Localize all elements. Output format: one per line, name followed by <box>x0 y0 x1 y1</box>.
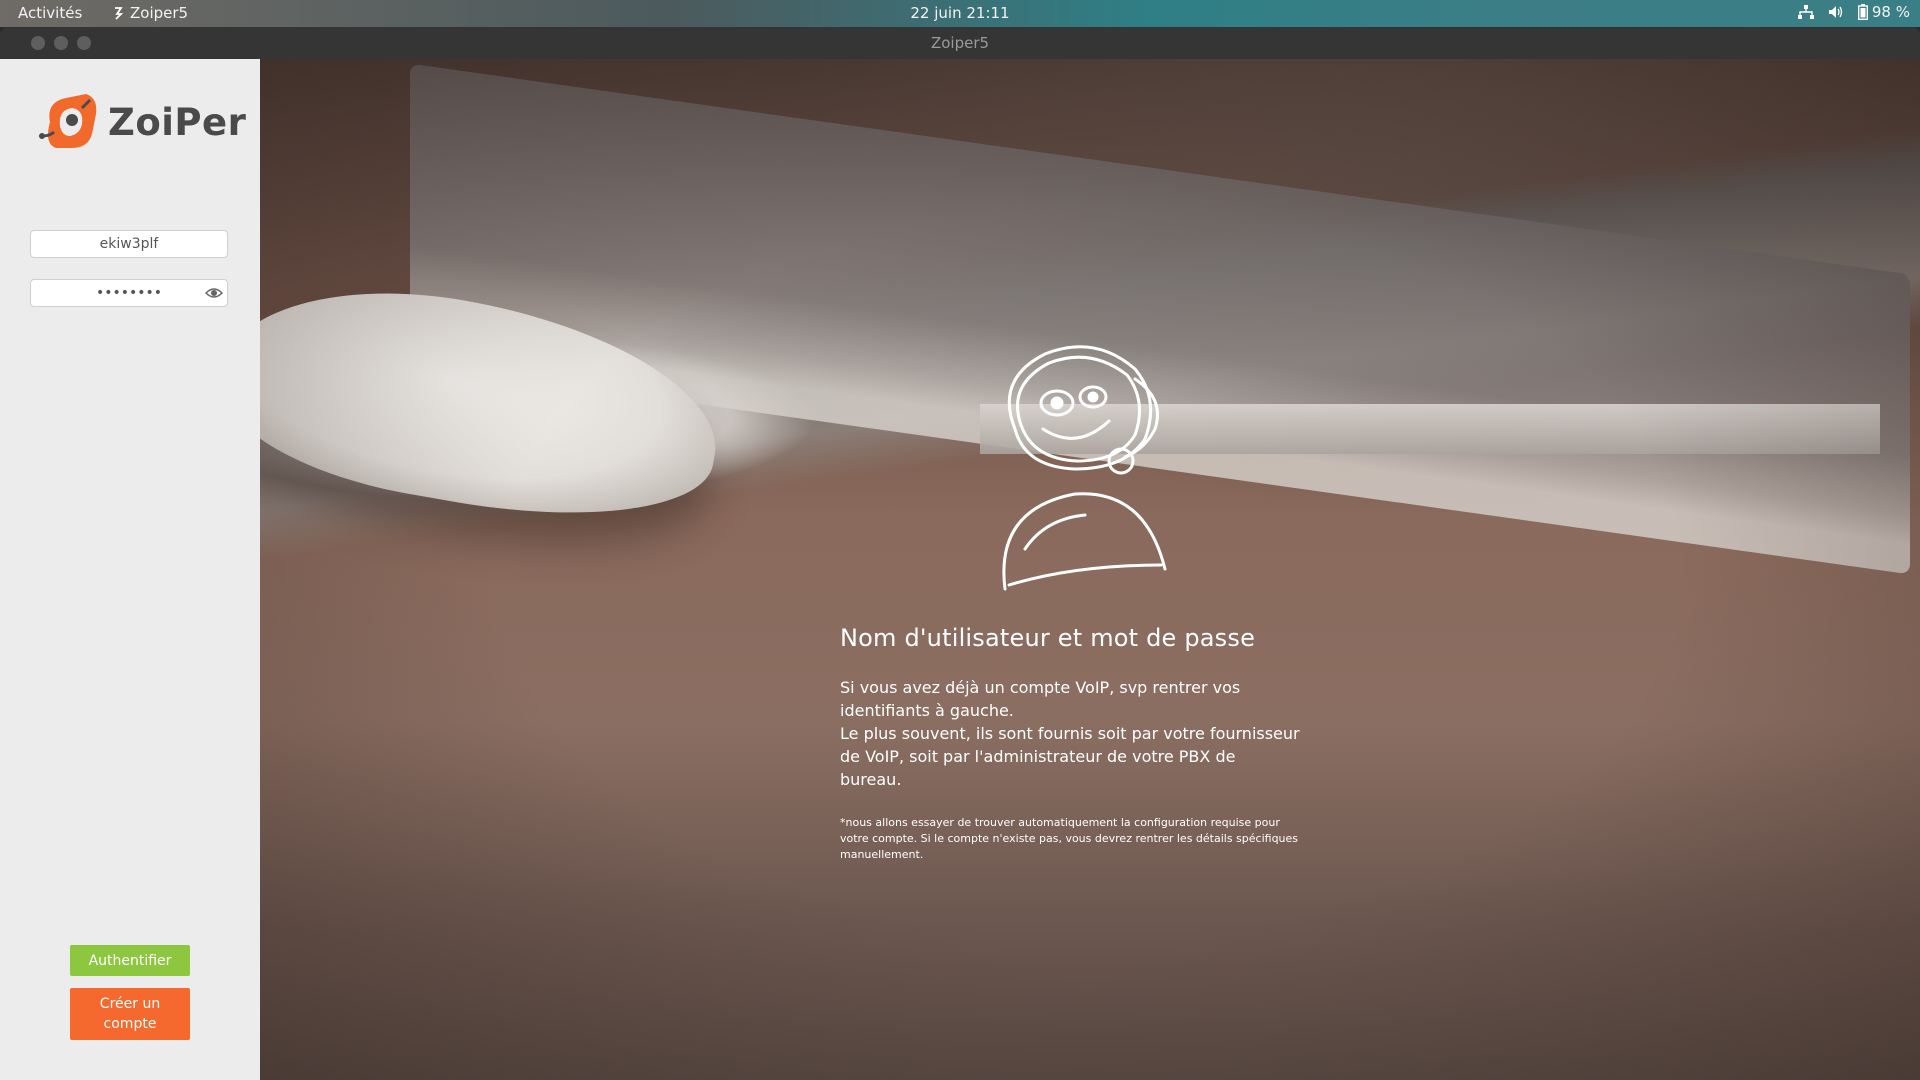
page-title: Nom d'utilisateur et mot de passe <box>840 624 1256 652</box>
zoiper-logo: ZoiPer <box>36 92 246 152</box>
zoiper-logo-icon <box>39 94 97 148</box>
welcome-panel: Nom d'utilisateur et mot de passe Si vou… <box>260 59 1920 1080</box>
password-field[interactable] <box>30 279 228 307</box>
battery-percentage: 98 % <box>1871 3 1910 21</box>
mascot-illustration <box>1002 345 1167 591</box>
login-sidebar: ZoiPer Authentifier Créer un compte <box>0 59 260 1080</box>
app-menu-label: Zoiper5 <box>130 4 189 22</box>
activities-button[interactable]: Activités <box>18 4 82 22</box>
username-field[interactable] <box>30 230 228 258</box>
password-input[interactable] <box>31 280 227 306</box>
window-title-bar: Zoiper5 <box>0 27 1920 59</box>
network-icon[interactable] <box>1797 5 1814 19</box>
authenticate-button[interactable]: Authentifier <box>70 945 190 976</box>
eye-icon[interactable] <box>205 285 223 301</box>
logo-text: ZoiPer <box>108 100 247 144</box>
instructions-paragraph-2: Le plus souvent, ils sont fournis soit p… <box>840 724 1300 789</box>
system-top-bar: Activités Zoiper5 22 juin 21:11 98 % <box>0 0 1920 27</box>
instructions-block: Nom d'utilisateur et mot de passe Si vou… <box>840 624 1300 863</box>
app-menu[interactable]: Zoiper5 <box>112 4 188 22</box>
create-account-button[interactable]: Créer un compte <box>70 988 190 1040</box>
system-tray[interactable]: 98 % <box>1797 3 1910 21</box>
username-input[interactable] <box>31 231 227 257</box>
footnote: *nous allons essayer de trouver automati… <box>840 816 1299 861</box>
instructions-paragraph-1: Si vous avez déjà un compte VoIP, svp re… <box>840 678 1241 720</box>
clock[interactable]: 22 juin 21:11 <box>910 4 1009 22</box>
battery-icon <box>1857 4 1868 20</box>
window-title: Zoiper5 <box>930 34 990 52</box>
volume-icon[interactable] <box>1828 5 1844 19</box>
battery-indicator[interactable]: 98 % <box>1857 3 1910 21</box>
zoiper-app-icon <box>115 7 124 20</box>
